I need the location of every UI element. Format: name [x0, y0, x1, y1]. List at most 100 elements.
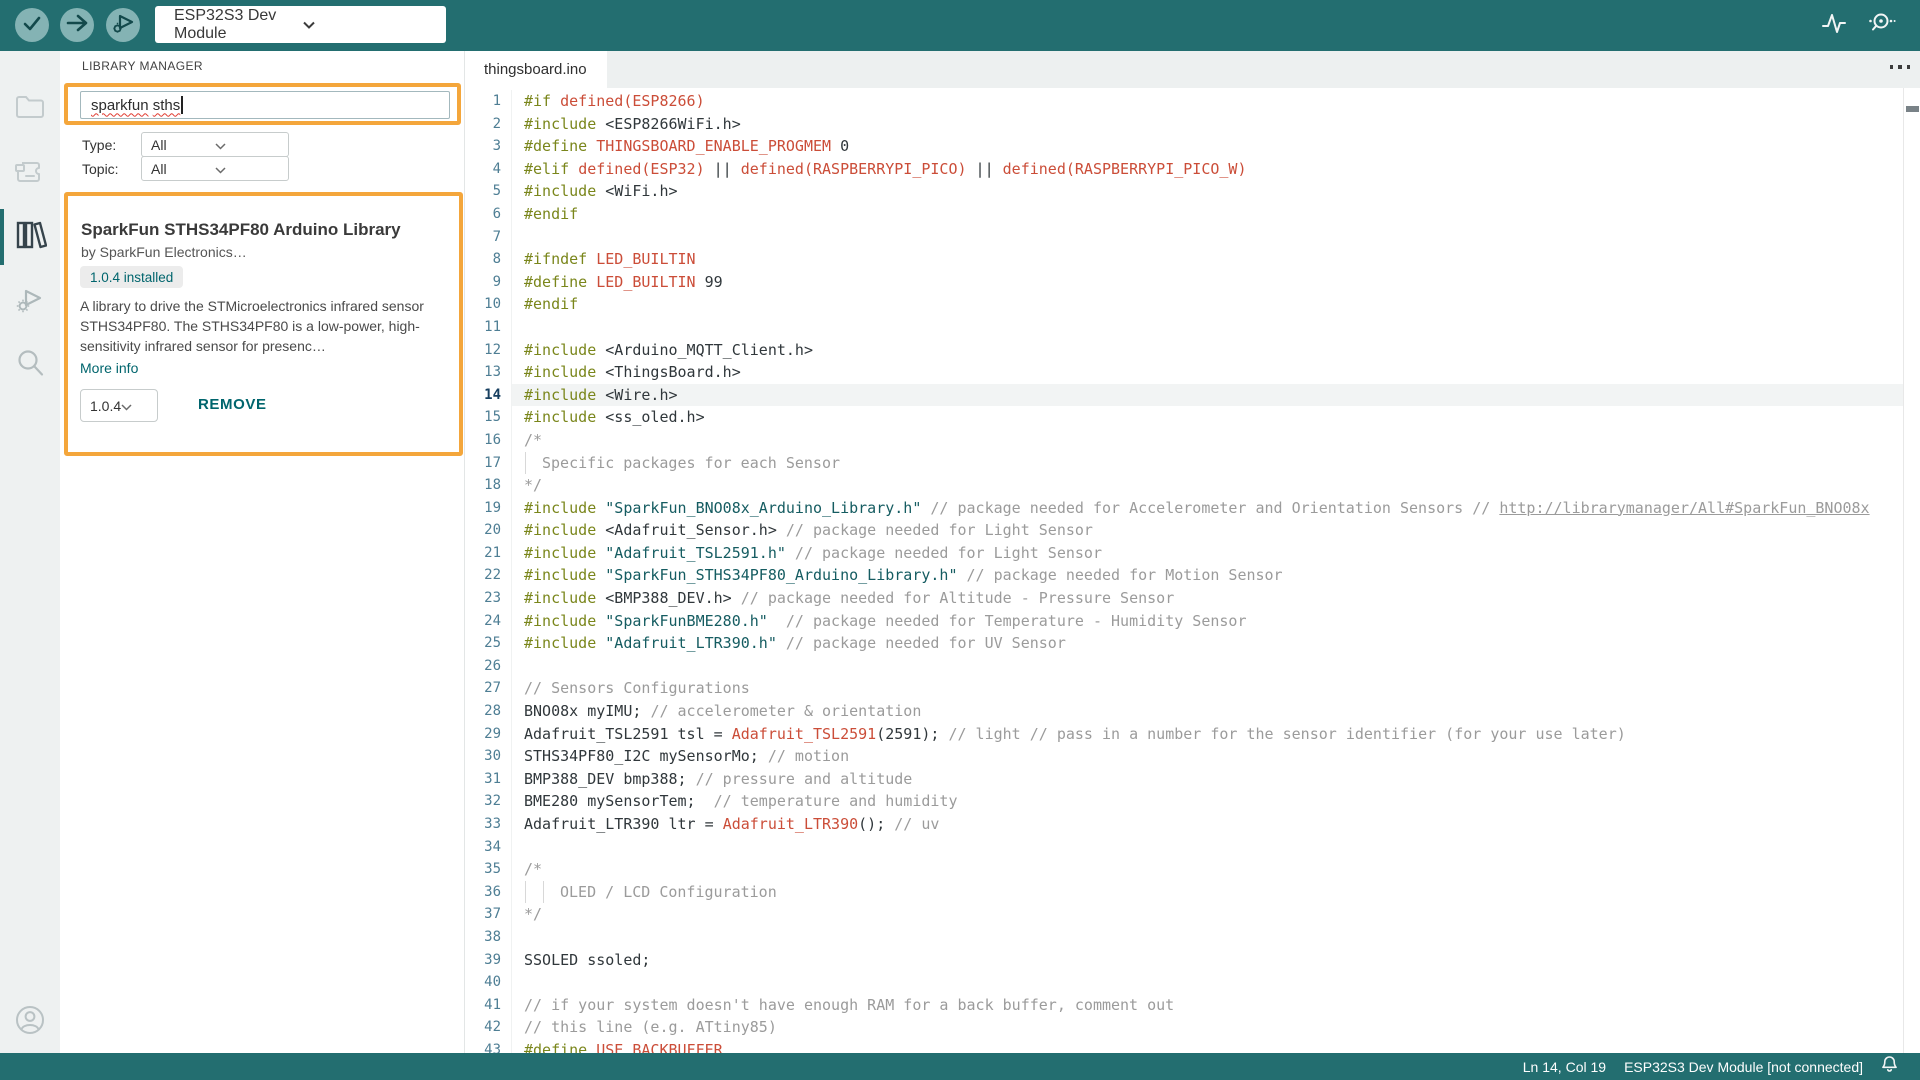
line-number: 24 — [465, 610, 505, 633]
chevron-down-icon — [303, 16, 432, 34]
right-arrow-icon — [65, 12, 89, 39]
tab-thingsboard-ino[interactable]: thingsboard.ino — [465, 51, 607, 88]
notifications-bell-icon[interactable] — [1881, 1055, 1898, 1078]
library-books-icon — [13, 218, 47, 257]
code-line[interactable]: 37*/ — [465, 903, 1903, 926]
status-bar: Ln 14, Col 19 ESP32S3 Dev Module [not co… — [0, 1053, 1920, 1080]
code-line[interactable]: 40 — [465, 971, 1903, 994]
board-connection-status[interactable]: ESP32S3 Dev Module [not connected] — [1624, 1059, 1863, 1075]
topic-filter-select[interactable]: All — [141, 156, 289, 181]
code-line[interactable]: 29Adafruit_TSL2591 tsl = Adafruit_TSL259… — [465, 723, 1903, 746]
line-number: 30 — [465, 745, 505, 768]
code-line[interactable]: 42// this line (e.g. ATtiny85) — [465, 1016, 1903, 1039]
line-number: 2 — [465, 113, 505, 136]
code-line[interactable]: 36OLED / LCD Configuration — [465, 881, 1903, 904]
code-line[interactable]: 31BMP388_DEV bmp388; // pressure and alt… — [465, 768, 1903, 791]
line-number: 12 — [465, 339, 505, 362]
code-line[interactable]: 10#endif — [465, 293, 1903, 316]
code-line[interactable]: 3#define THINGSBOARD_ENABLE_PROGMEM 0 — [465, 135, 1903, 158]
code-line[interactable]: 17Specific packages for each Sensor — [465, 452, 1903, 475]
code-editor[interactable]: 1#if defined(ESP8266)2#include <ESP8266W… — [465, 88, 1903, 1053]
line-number: 11 — [465, 316, 505, 339]
line-number: 20 — [465, 519, 505, 542]
code-line[interactable]: 4#elif defined(ESP32) || defined(RASPBER… — [465, 158, 1903, 181]
line-number: 5 — [465, 180, 505, 203]
type-filter-value: All — [151, 137, 215, 153]
cursor-position[interactable]: Ln 14, Col 19 — [1523, 1059, 1606, 1075]
code-line[interactable]: 18*/ — [465, 474, 1903, 497]
line-number: 33 — [465, 813, 505, 836]
line-number: 32 — [465, 790, 505, 813]
line-number: 28 — [465, 700, 505, 723]
sidebar-item-debug[interactable] — [0, 271, 60, 331]
type-filter-select[interactable]: All — [141, 132, 289, 157]
editor-scrollbar[interactable] — [1903, 88, 1920, 1053]
code-line[interactable]: 23#include <BMP388_DEV.h> // package nee… — [465, 587, 1903, 610]
code-line[interactable]: 22#include "SparkFun_STHS34PF80_Arduino_… — [465, 564, 1903, 587]
panel-title: LIBRARY MANAGER — [82, 59, 203, 73]
line-number: 23 — [465, 587, 505, 610]
scrollbar-thumb[interactable] — [1906, 106, 1919, 112]
chevron-down-icon — [215, 161, 279, 177]
chevron-down-icon — [215, 137, 279, 153]
checkmark-icon — [21, 12, 43, 39]
folder-icon — [15, 94, 45, 125]
code-line[interactable]: 24#include "SparkFunBME280.h" // package… — [465, 610, 1903, 633]
more-actions-icon[interactable] — [1890, 65, 1911, 69]
line-number: 18 — [465, 474, 505, 497]
code-line[interactable]: 34 — [465, 836, 1903, 859]
code-line[interactable]: 25#include "Adafruit_LTR390.h" // packag… — [465, 632, 1903, 655]
code-line[interactable]: 14#include <Wire.h> — [465, 384, 1903, 407]
sidebar-item-search[interactable] — [0, 335, 60, 395]
sidebar-item-account[interactable] — [0, 992, 60, 1052]
code-line[interactable]: 16/* — [465, 429, 1903, 452]
start-debugging-button[interactable] — [106, 8, 140, 42]
debug-icon — [111, 11, 135, 40]
code-line[interactable]: 27// Sensors Configurations — [465, 677, 1903, 700]
code-line[interactable]: 13#include <ThingsBoard.h> — [465, 361, 1903, 384]
annotation-box-library-card — [64, 192, 463, 456]
sidebar-item-library-manager[interactable] — [0, 207, 60, 267]
code-line[interactable]: 20#include <Adafruit_Sensor.h> // packag… — [465, 519, 1903, 542]
line-number: 40 — [465, 971, 505, 994]
type-filter-label: Type: — [82, 137, 116, 153]
code-line[interactable]: 5#include <WiFi.h> — [465, 180, 1903, 203]
board-selector-dropdown[interactable]: ESP32S3 Dev Module — [155, 6, 446, 43]
serial-plotter-button[interactable] — [1821, 9, 1847, 42]
code-line[interactable]: 32BME280 mySensorTem; // temperature and… — [465, 790, 1903, 813]
code-line[interactable]: 26 — [465, 655, 1903, 678]
code-line[interactable]: 12#include <Arduino_MQTT_Client.h> — [465, 339, 1903, 362]
code-line[interactable]: 33Adafruit_LTR390 ltr = Adafruit_LTR390(… — [465, 813, 1903, 836]
code-line[interactable]: 39SSOLED ssoled; — [465, 949, 1903, 972]
account-icon — [13, 1003, 47, 1042]
code-line[interactable]: 11 — [465, 316, 1903, 339]
code-line[interactable]: 41// if your system doesn't have enough … — [465, 994, 1903, 1017]
annotation-box-search — [64, 83, 461, 125]
code-line[interactable]: 35/* — [465, 858, 1903, 881]
code-line[interactable]: 1#if defined(ESP8266) — [465, 90, 1903, 113]
upload-button[interactable] — [60, 8, 94, 42]
code-line[interactable]: 38 — [465, 926, 1903, 949]
sidebar-item-sketchbook[interactable] — [0, 79, 60, 139]
board-icon — [14, 157, 46, 190]
line-number: 13 — [465, 361, 505, 384]
line-number: 26 — [465, 655, 505, 678]
code-line[interactable]: 8#ifndef LED_BUILTIN — [465, 248, 1903, 271]
serial-monitor-button[interactable] — [1866, 9, 1896, 42]
code-line[interactable]: 15#include <ss_oled.h> — [465, 406, 1903, 429]
tab-label: thingsboard.ino — [484, 61, 587, 78]
line-number: 29 — [465, 723, 505, 746]
verify-button[interactable] — [15, 8, 49, 42]
code-line[interactable]: 19#include "SparkFun_BNO08x_Arduino_Libr… — [465, 497, 1903, 520]
code-line[interactable]: 21#include "Adafruit_TSL2591.h" // packa… — [465, 542, 1903, 565]
code-line[interactable]: 7 — [465, 226, 1903, 249]
code-line[interactable]: 9#define LED_BUILTIN 99 — [465, 271, 1903, 294]
code-line[interactable]: 2#include <ESP8266WiFi.h> — [465, 113, 1903, 136]
code-line[interactable]: 43#define USE_BACKBUFFER — [465, 1039, 1903, 1053]
code-line[interactable]: 30STHS34PF80_I2C mySensorMo; // motion — [465, 745, 1903, 768]
code-line[interactable]: 28BNO08x myIMU; // accelerometer & orien… — [465, 700, 1903, 723]
line-number: 9 — [465, 271, 505, 294]
line-number: 1 — [465, 90, 505, 113]
sidebar-item-boards-manager[interactable] — [0, 143, 60, 203]
code-line[interactable]: 6#endif — [465, 203, 1903, 226]
